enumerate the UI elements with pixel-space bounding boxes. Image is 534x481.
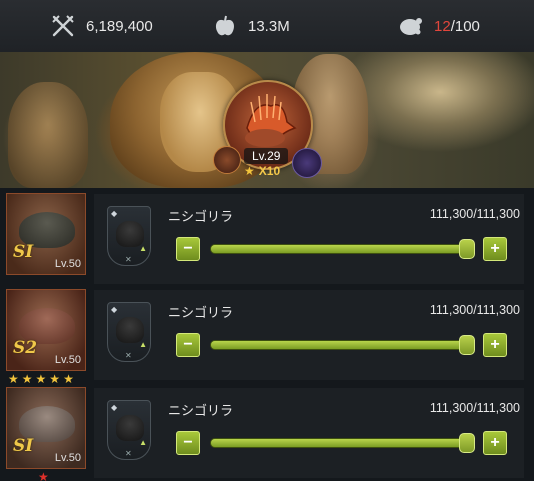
- shield-icon: ◆: [111, 305, 118, 314]
- close-icon: ✕: [125, 351, 132, 360]
- star-icon: ★: [38, 470, 49, 481]
- upgrade-arrow-icon: ▲: [139, 244, 147, 253]
- unit-name: ニシゴリラ: [168, 403, 234, 418]
- beast-level: Lv.50: [54, 354, 81, 366]
- unit-card[interactable]: ◆ ▲ ✕: [107, 302, 151, 362]
- tiger-left-image: [8, 82, 88, 188]
- unit-count: 111,300/111,300: [429, 401, 520, 415]
- slider-fill: [211, 245, 471, 253]
- decrease-button[interactable]: −: [176, 431, 200, 455]
- skill-badge-left-icon[interactable]: [213, 146, 241, 174]
- beast-portrait-platypus[interactable]: SI Lv.50: [6, 387, 86, 469]
- slider-fill: [211, 439, 471, 447]
- quantity-slider[interactable]: [210, 239, 475, 259]
- hero-level: Lv.29: [244, 148, 289, 164]
- hero-banner: Lv.29 ★ X10: [0, 52, 534, 188]
- beast-portrait-beaver[interactable]: S2 Lv.50: [6, 289, 86, 371]
- quantity-slider[interactable]: [210, 335, 475, 355]
- decrease-button[interactable]: −: [176, 237, 200, 261]
- capacity-stat[interactable]: 12/100: [398, 0, 480, 52]
- increase-button[interactable]: +: [483, 333, 507, 357]
- shield-icon: ◆: [111, 209, 118, 218]
- unit-card[interactable]: ◆ ▲ ✕: [107, 206, 151, 266]
- increase-button[interactable]: +: [483, 431, 507, 455]
- top-stats-bar: 6,189,400 13.3M 12/100: [0, 0, 534, 52]
- power-value: 6,189,400: [86, 17, 153, 35]
- grade-badge: SI: [13, 242, 34, 262]
- close-icon: ✕: [125, 255, 132, 264]
- slider-thumb[interactable]: [459, 239, 475, 259]
- troop-row-2: S2 Lv.50 ★ ★ ★ ★ ★ ◆ ▲ ✕ ニシゴリラ 111,300/111,3…: [0, 286, 534, 386]
- food-value: 13.3M: [248, 17, 290, 35]
- troop-row-1: SI Lv.50 ◆ ▲ ✕ ニシゴリラ 111,300/111,300 − +: [0, 190, 534, 284]
- unit-card[interactable]: ◆ ▲ ✕: [107, 400, 151, 460]
- unit-count: 111,300/111,300: [429, 303, 520, 317]
- slider-thumb[interactable]: [459, 335, 475, 355]
- decrease-button[interactable]: −: [176, 333, 200, 357]
- star-rating: ★: [38, 470, 49, 481]
- unit-name: ニシゴリラ: [168, 209, 234, 224]
- slider-fill: [211, 341, 471, 349]
- increase-button[interactable]: +: [483, 237, 507, 261]
- skill-badge-right-icon[interactable]: [292, 148, 322, 178]
- upgrade-arrow-icon: ▲: [139, 438, 147, 447]
- food-stat[interactable]: 13.3M: [212, 0, 290, 52]
- close-icon: ✕: [125, 449, 132, 458]
- unit-count: 111,300/111,300: [429, 207, 520, 221]
- meat-icon: [398, 13, 424, 39]
- slider-thumb[interactable]: [459, 433, 475, 453]
- beast-level: Lv.50: [54, 258, 81, 270]
- quantity-slider[interactable]: [210, 433, 475, 453]
- crossed-swords-icon: [50, 13, 76, 39]
- troop-row-3: SI Lv.50 ★ ◆ ▲ ✕ ニシゴリラ 111,300/111,300 −…: [0, 384, 534, 481]
- grade-badge: S2: [13, 338, 38, 358]
- food-apple-icon: [212, 13, 238, 39]
- shield-icon: ◆: [111, 403, 118, 412]
- power-stat[interactable]: 6,189,400: [50, 0, 153, 52]
- upgrade-arrow-icon: ▲: [139, 340, 147, 349]
- capacity-value: 12/100: [434, 17, 480, 35]
- beast-portrait-turtle[interactable]: SI Lv.50: [6, 193, 86, 275]
- star-icon: ★: [244, 164, 255, 178]
- grade-badge: SI: [13, 436, 34, 456]
- hero-multiplier: ★ X10: [244, 164, 281, 178]
- beast-level: Lv.50: [54, 452, 81, 464]
- unit-name: ニシゴリラ: [168, 305, 234, 320]
